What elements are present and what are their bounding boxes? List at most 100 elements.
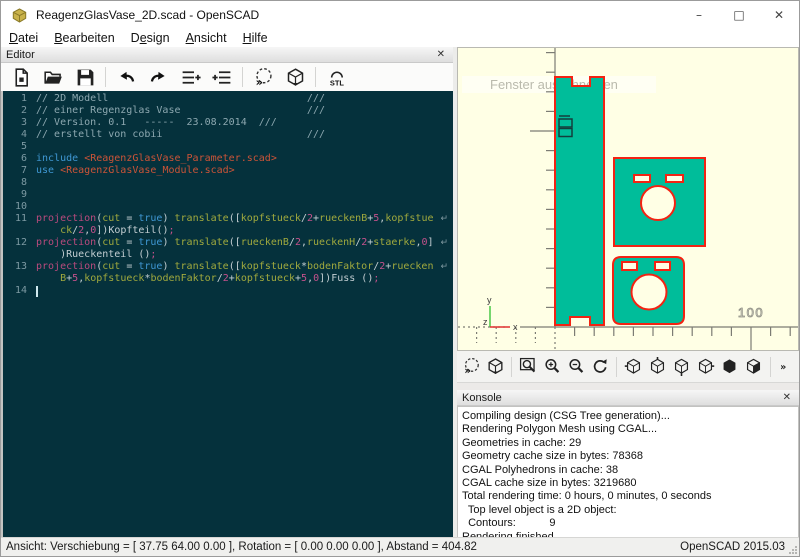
view-left-button[interactable] <box>694 355 718 379</box>
line-number: 14 <box>14 285 27 296</box>
svg-text:»: » <box>464 365 471 376</box>
title-bar[interactable]: ReagenzGlasVase_2D.scad - OpenSCAD – □ ✕ <box>1 1 799 29</box>
open-file-button[interactable] <box>37 64 69 90</box>
line-number: 12 <box>14 237 27 248</box>
code-line: 12 projection(cut = true) translate([ruec… <box>3 237 453 249</box>
line-number: 7 <box>20 165 27 176</box>
line-number: 1 <box>20 93 27 104</box>
open-file-icon <box>43 70 62 84</box>
view-right-button[interactable] <box>621 355 645 379</box>
console-line: Rendering Polygon Mesh using CGAL... <box>462 423 658 436</box>
menu-item-hilfe[interactable]: Hilfe <box>235 29 276 47</box>
zoom-all-icon <box>519 357 535 373</box>
menu-item-bearbeiten[interactable]: Bearbeiten <box>46 29 122 47</box>
toolbar-separator <box>616 356 618 377</box>
code-line: 5 <box>3 141 453 153</box>
horizontal-splitter[interactable] <box>457 383 799 390</box>
save-file-button[interactable] <box>69 64 101 90</box>
y-axis-label: y <box>487 295 492 305</box>
console-line: Geometries in cache: 29 <box>462 436 582 449</box>
viewport-toolbar: »» <box>457 351 799 383</box>
toolbar-separator <box>242 67 243 87</box>
code-editor[interactable]: 1// 2D Modell ///2// einer Regenzglas Va… <box>1 91 453 538</box>
svg-text:STL: STL <box>329 78 343 87</box>
editor-close-icon[interactable]: ✕ <box>434 49 448 60</box>
code-line: 6 include <ReagenzGlasVase_Parameter.scad… <box>3 153 453 165</box>
shape-kopfteil <box>613 157 706 247</box>
console-output[interactable]: Compiling design (CSG Tree generation)..… <box>457 406 799 538</box>
preview-icon: » <box>464 357 479 376</box>
export-stl-button[interactable]: STL <box>320 64 352 90</box>
toolbar-separator <box>315 67 316 87</box>
render-button[interactable] <box>279 64 311 90</box>
console-line: CGAL Polyhedrons in cache: 38 <box>462 463 619 476</box>
render-button[interactable] <box>483 355 507 379</box>
shape-fuss <box>612 256 685 325</box>
new-file-icon <box>14 67 28 87</box>
console-line: CGAL cache size in bytes: 3219680 <box>462 476 637 489</box>
x-axis-100-label: 100 <box>738 305 764 320</box>
code-line: 9 <box>3 189 453 201</box>
status-version: OpenSCAD 2015.03 <box>680 541 785 553</box>
code-line: 4// erstellt von cobii /// <box>3 129 453 141</box>
close-button[interactable]: ✕ <box>759 1 799 29</box>
line-number <box>3 273 36 285</box>
more-button[interactable]: » <box>775 355 799 379</box>
view-back-button[interactable] <box>742 355 766 379</box>
menu-item-datei[interactable]: Datei <box>1 29 46 47</box>
code-line: 14 <box>3 285 453 297</box>
view-left-icon <box>699 358 715 374</box>
toolbar-separator <box>105 67 106 87</box>
x-axis-label: x <box>513 322 518 332</box>
line-number: 10 <box>14 201 27 212</box>
console-panel: Konsole ✕ Compiling design (CSG Tree gen… <box>457 390 799 538</box>
code-line: 10 <box>3 201 453 213</box>
view-top-button[interactable] <box>645 355 669 379</box>
unindent-button[interactable] <box>174 64 206 90</box>
editor-panel-header[interactable]: Editor ✕ <box>1 47 453 63</box>
viewport-canvas[interactable]: Fenster ausschneiden 100 y x z <box>457 47 799 351</box>
window-title: ReagenzGlasVase_2D.scad - OpenSCAD <box>36 8 260 22</box>
resize-grip[interactable] <box>788 545 798 555</box>
toolbar-separator <box>769 356 771 377</box>
preview-button[interactable]: » <box>459 355 483 379</box>
zoom-out-button[interactable] <box>564 355 588 379</box>
line-wrap-icon: ↵ <box>440 238 448 248</box>
menu-item-ansicht[interactable]: Ansicht <box>178 29 235 47</box>
console-close-icon[interactable]: ✕ <box>780 392 794 403</box>
line-number: 9 <box>20 189 27 200</box>
code-line: 2// einer Regenzglas Vase /// <box>3 105 453 117</box>
undo-button[interactable] <box>110 64 142 90</box>
minimize-button[interactable]: – <box>679 1 719 29</box>
preview-button[interactable]: » <box>247 64 279 90</box>
reset-view-button[interactable] <box>588 355 612 379</box>
view-bottom-button[interactable] <box>670 355 694 379</box>
reset-view-icon <box>593 359 607 373</box>
console-line: Top level object is a 2D object: <box>462 503 617 516</box>
window-controls: – □ ✕ <box>679 1 799 29</box>
line-number: 2 <box>20 105 27 116</box>
new-file-button[interactable] <box>5 64 37 90</box>
render-icon <box>488 358 503 375</box>
z-axis-label: z <box>483 317 488 327</box>
line-number: 4 <box>20 129 27 140</box>
line-wrap-icon: ↵ <box>440 214 448 224</box>
viewport-render: Fenster ausschneiden 100 y x z <box>458 48 798 350</box>
line-number: 8 <box>20 177 27 188</box>
indent-button[interactable] <box>206 64 238 90</box>
zoom-in-button[interactable] <box>540 355 564 379</box>
menu-bar: Datei Bearbeiten De sign Ansicht Hilfe <box>1 29 799 47</box>
view-back-icon <box>747 358 761 374</box>
code-line: 7 use <ReagenzGlasVase_Module.scad> <box>3 165 453 177</box>
view-front-button[interactable] <box>718 355 742 379</box>
code-line: )Rueckenteil (); <box>3 249 453 261</box>
console-line: Compiling design (CSG Tree generation)..… <box>462 410 670 422</box>
view-top-icon <box>650 357 665 374</box>
menu-item-design[interactable]: De sign <box>123 29 178 47</box>
maximize-button[interactable]: □ <box>719 1 759 29</box>
zoom-all-button[interactable] <box>516 355 540 379</box>
status-view-info: Ansicht: Verschiebung = [ 37.75 64.00 0.… <box>6 541 477 553</box>
redo-button[interactable] <box>142 64 174 90</box>
console-panel-header[interactable]: Konsole ✕ <box>457 390 799 406</box>
console-panel-title: Konsole <box>462 391 502 404</box>
